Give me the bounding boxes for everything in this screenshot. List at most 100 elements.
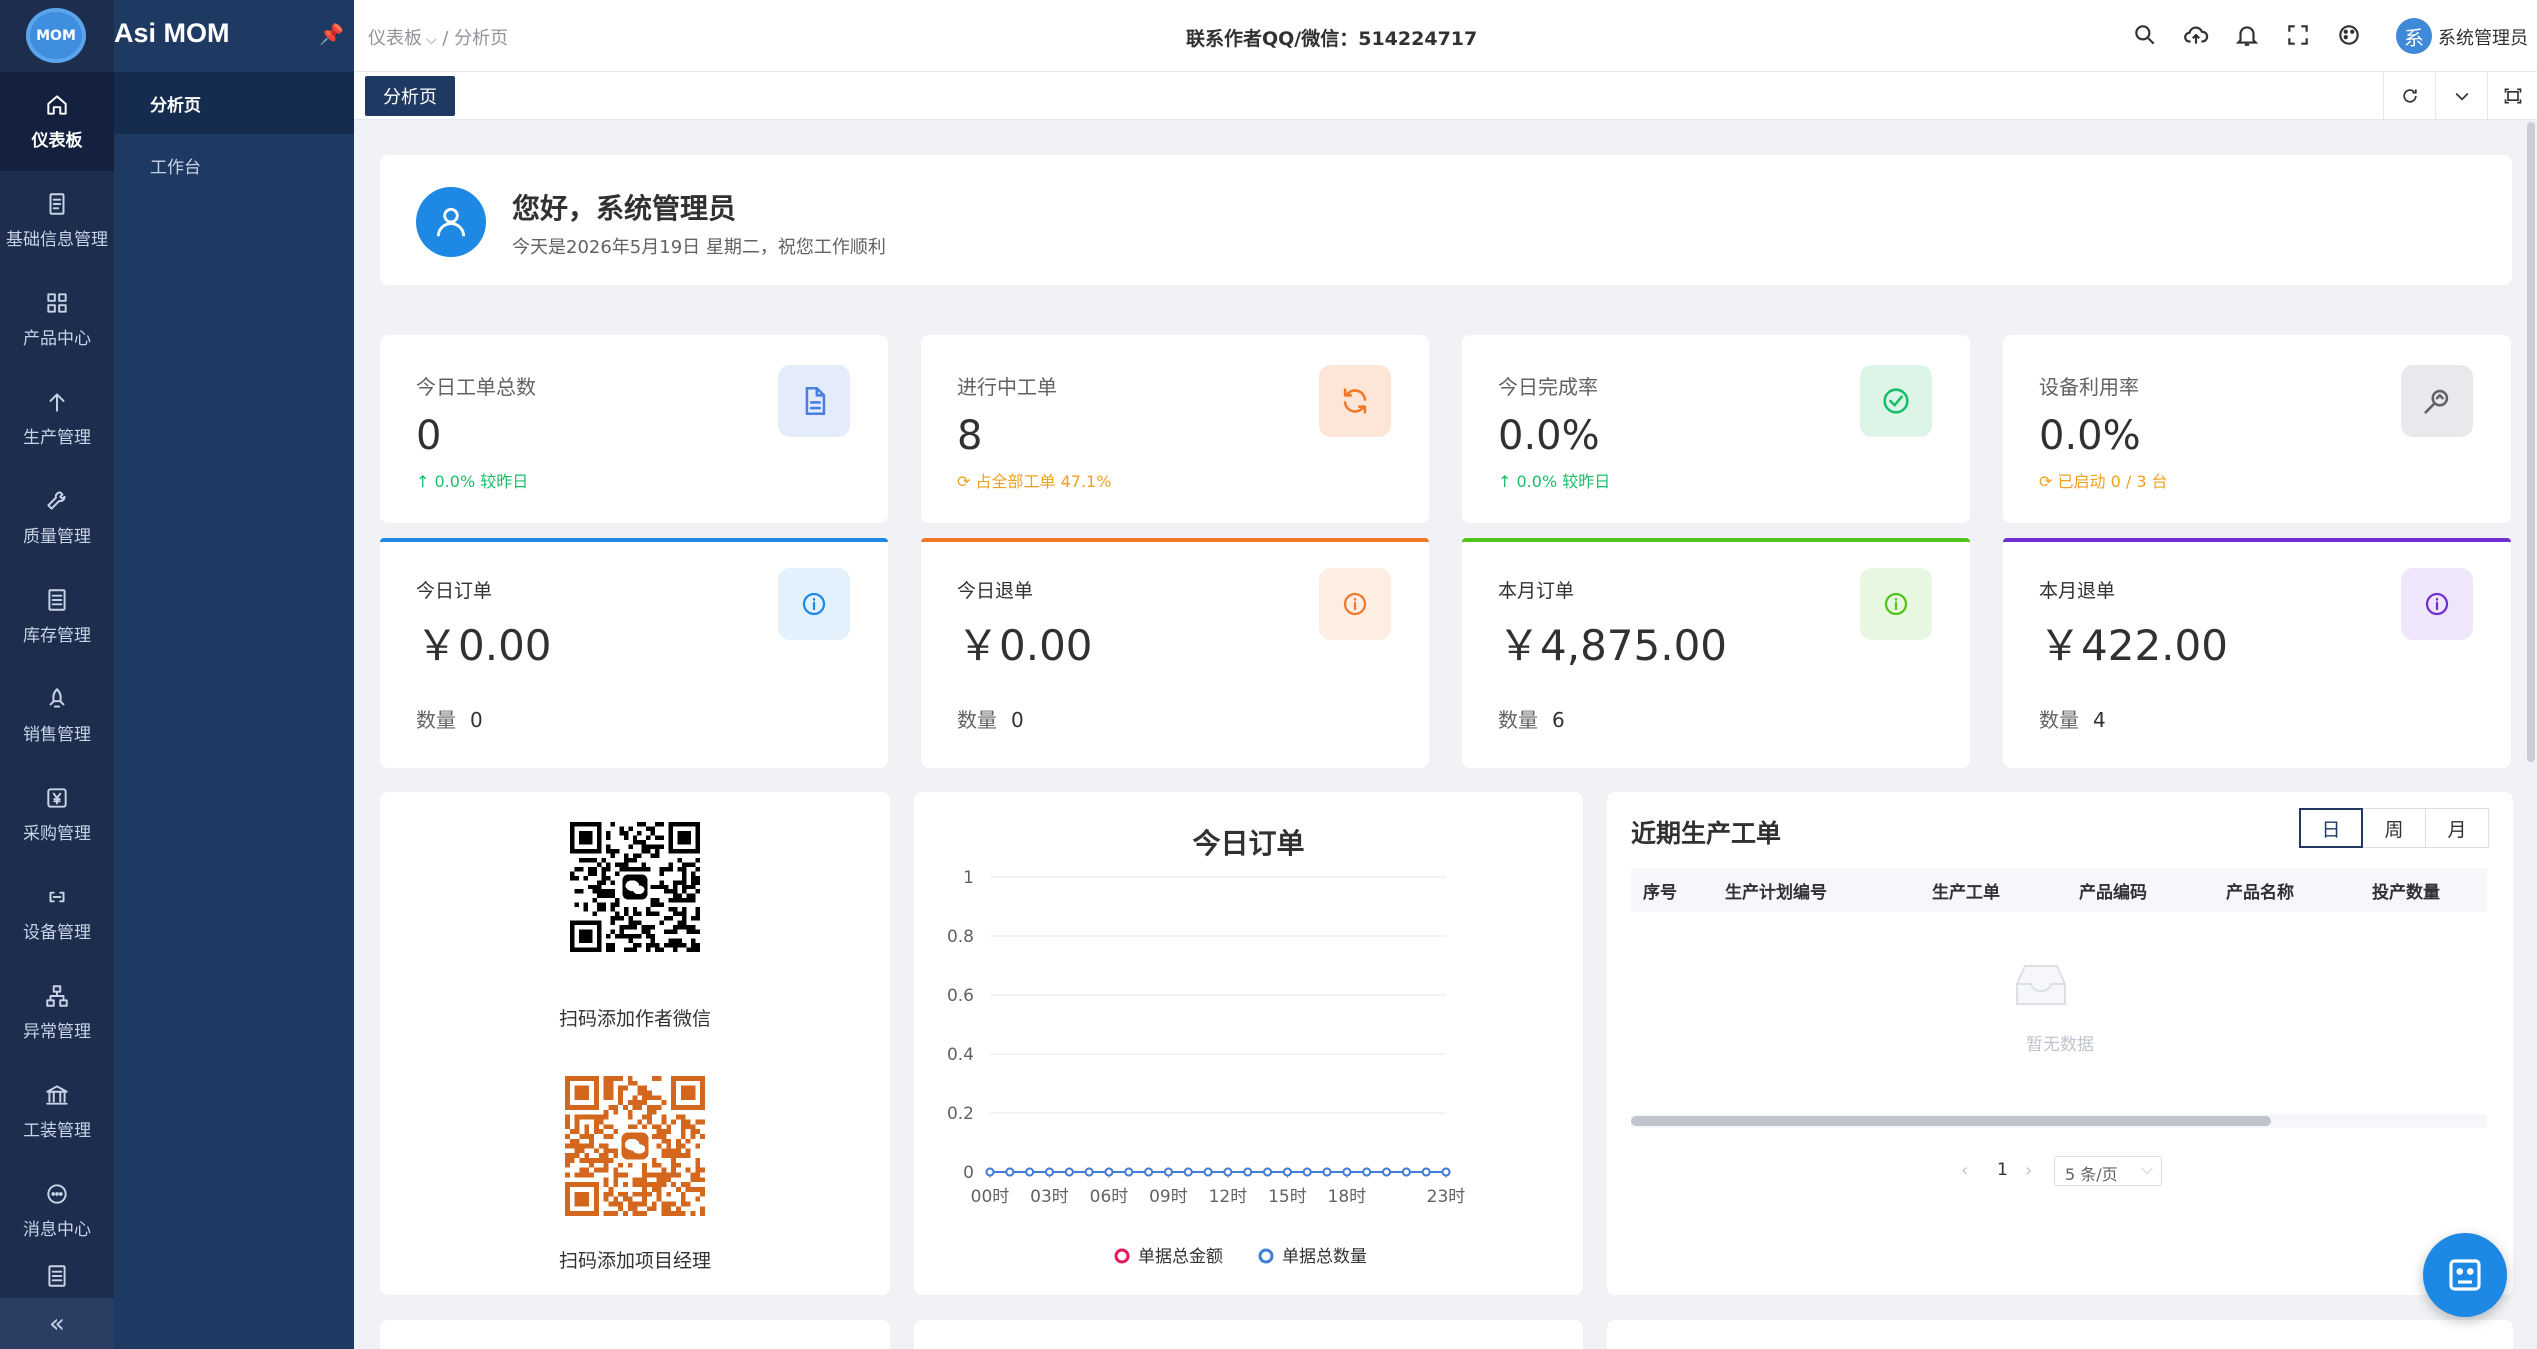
rail-item[interactable]: 质量管理 bbox=[0, 468, 114, 567]
palette-icon[interactable] bbox=[2336, 22, 2362, 48]
user-name[interactable]: 系统管理员 bbox=[2438, 24, 2528, 50]
column-header[interactable]: 生产计划编号 bbox=[1725, 868, 1827, 912]
rail-item[interactable]: 设备管理 bbox=[0, 864, 114, 963]
x-tick-label: 12时 bbox=[1209, 1187, 1248, 1207]
user-icon bbox=[416, 187, 486, 257]
order-count-value: 6 bbox=[1552, 708, 1565, 732]
tab-bar: 分析页 bbox=[354, 72, 2537, 120]
submenu-item-analysis[interactable]: 分析页 bbox=[114, 72, 354, 134]
rail-item[interactable]: 工装管理 bbox=[0, 1062, 114, 1161]
order-count: 数量 0 bbox=[416, 704, 483, 733]
stat-icon-box bbox=[2401, 365, 2473, 437]
pin-icon[interactable]: 📌 bbox=[319, 22, 344, 46]
fullscreen-icon[interactable] bbox=[2285, 22, 2311, 48]
rail-item[interactable]: 异常管理 bbox=[0, 963, 114, 1062]
stat-value: 0 bbox=[416, 413, 442, 459]
manager-qr-code bbox=[565, 1076, 705, 1216]
info-icon-box bbox=[1319, 568, 1391, 640]
accent-bar bbox=[1462, 538, 1970, 542]
order-count: 数量 4 bbox=[2039, 704, 2106, 733]
wechat-qr-code bbox=[570, 822, 700, 952]
chevron-down-icon[interactable]: ⌵ bbox=[426, 32, 437, 48]
rail-item[interactable]: 产品中心 bbox=[0, 270, 114, 369]
rail-item[interactable]: 销售管理 bbox=[0, 666, 114, 765]
search-icon[interactable] bbox=[2132, 22, 2158, 48]
order-count-label: 数量 bbox=[2039, 708, 2079, 732]
sitemap-icon bbox=[46, 985, 68, 1007]
rail-item[interactable]: 消息中心 bbox=[0, 1161, 114, 1260]
page-number[interactable]: 1 bbox=[1997, 1160, 2008, 1180]
stat-label: 进行中工单 bbox=[957, 375, 1057, 399]
rail-item-label: 设备管理 bbox=[23, 923, 91, 943]
user-avatar[interactable]: 系 bbox=[2396, 18, 2432, 54]
rail-item[interactable]: 库存管理 bbox=[0, 567, 114, 666]
data-point bbox=[1382, 1167, 1392, 1177]
column-header[interactable]: 投产数量 bbox=[2372, 868, 2440, 912]
order-label: 本月订单 bbox=[1498, 580, 1575, 602]
data-point bbox=[1064, 1167, 1074, 1177]
stat-value: 8 bbox=[957, 413, 983, 459]
rail-item-label: 生产管理 bbox=[23, 428, 91, 448]
link-icon bbox=[49, 891, 65, 903]
maximize-icon[interactable] bbox=[2487, 72, 2537, 120]
grid-icon bbox=[47, 293, 67, 313]
y-tick-label: 0.8 bbox=[947, 927, 974, 947]
rail-item[interactable]: 基础信息管理 bbox=[0, 171, 114, 270]
bottom-card bbox=[1607, 1320, 2513, 1349]
data-point bbox=[1263, 1167, 1273, 1177]
prev-page-button[interactable]: ‹ bbox=[1961, 1160, 1968, 1181]
stat-card: 设备利用率 0.0% ⟳ 已启动 0 / 3 台 bbox=[2003, 335, 2511, 523]
empty-inbox-icon bbox=[2016, 965, 2066, 1005]
welcome-card: 您好，系统管理员 今天是2026年5月19日 星期二，祝您工作顺利 bbox=[380, 155, 2512, 285]
top-header: 仪表板 ⌵ / 分析页 联系作者QQ/微信：514224717 系 系统管理员 bbox=[354, 0, 2537, 72]
column-header[interactable]: 生产工单 bbox=[1932, 868, 2000, 912]
order-card: 本月订单 ￥4,875.00 数量 6 bbox=[1462, 538, 1970, 768]
stat-icon-box bbox=[1860, 365, 1932, 437]
page-size-select[interactable]: 5 条/页 ⌵ bbox=[2054, 1156, 2162, 1186]
breadcrumb-root[interactable]: 仪表板 bbox=[368, 28, 422, 49]
qr-panel: 扫码添加作者微信 扫码添加项目经理 bbox=[380, 792, 890, 1295]
period-month-button[interactable]: 月 bbox=[2425, 808, 2489, 848]
column-header[interactable]: 产品名称 bbox=[2226, 868, 2294, 912]
cloud-upload-icon[interactable] bbox=[2183, 22, 2209, 48]
list-icon bbox=[48, 1265, 66, 1287]
chevron-down-icon[interactable] bbox=[2435, 72, 2487, 120]
collapse-menu-button[interactable]: « bbox=[0, 1298, 114, 1349]
rail-item-label: 销售管理 bbox=[23, 725, 91, 745]
scrollbar-thumb[interactable] bbox=[1631, 1116, 2271, 1126]
rail-item[interactable]: 仪表板 bbox=[0, 72, 114, 171]
tab-analysis[interactable]: 分析页 bbox=[365, 76, 455, 116]
period-selector: 日 周 月 bbox=[2299, 808, 2489, 848]
submenu-item-workbench[interactable]: 工作台 bbox=[114, 134, 354, 196]
app-logo[interactable]: MOM bbox=[26, 8, 86, 63]
info-icon-box bbox=[1860, 568, 1932, 640]
column-header[interactable]: 序号 bbox=[1643, 868, 1677, 912]
yen-icon bbox=[47, 788, 67, 808]
stat-label: 今日工单总数 bbox=[416, 375, 536, 399]
refresh-tab-icon[interactable] bbox=[2383, 72, 2435, 120]
bell-icon[interactable] bbox=[2234, 22, 2260, 48]
file-icon bbox=[805, 386, 826, 416]
page-size-value: 5 条/页 bbox=[2065, 1165, 2118, 1184]
rail-item[interactable]: 生产管理 bbox=[0, 369, 114, 468]
data-point bbox=[1322, 1167, 1332, 1177]
arrow-up-icon bbox=[49, 393, 65, 412]
data-point bbox=[1203, 1167, 1213, 1177]
data-point bbox=[1282, 1167, 1292, 1177]
order-card: 今日退单 ￥0.00 数量 0 bbox=[921, 538, 1429, 768]
page-scrollbar[interactable] bbox=[2527, 122, 2535, 762]
x-tick-label: 18时 bbox=[1328, 1187, 1367, 1207]
submenu-panel: Asi MOM 📌 分析页 工作台 bbox=[114, 0, 354, 1349]
next-page-button[interactable]: › bbox=[2025, 1160, 2032, 1181]
chat-assistant-button[interactable] bbox=[2423, 1233, 2507, 1317]
rail-item-label: 异常管理 bbox=[23, 1022, 91, 1042]
period-day-button[interactable]: 日 bbox=[2299, 808, 2363, 848]
stat-label: 今日完成率 bbox=[1498, 375, 1598, 399]
y-tick-label: 1 bbox=[963, 868, 974, 888]
column-header[interactable]: 产品编码 bbox=[2079, 868, 2147, 912]
rail-item[interactable]: 采购管理 bbox=[0, 765, 114, 864]
stat-value: 0.0% bbox=[2039, 413, 2141, 459]
rail-item-label: 基础信息管理 bbox=[6, 230, 108, 250]
period-week-button[interactable]: 周 bbox=[2362, 808, 2426, 848]
rail-item-overflow[interactable] bbox=[0, 1260, 114, 1300]
